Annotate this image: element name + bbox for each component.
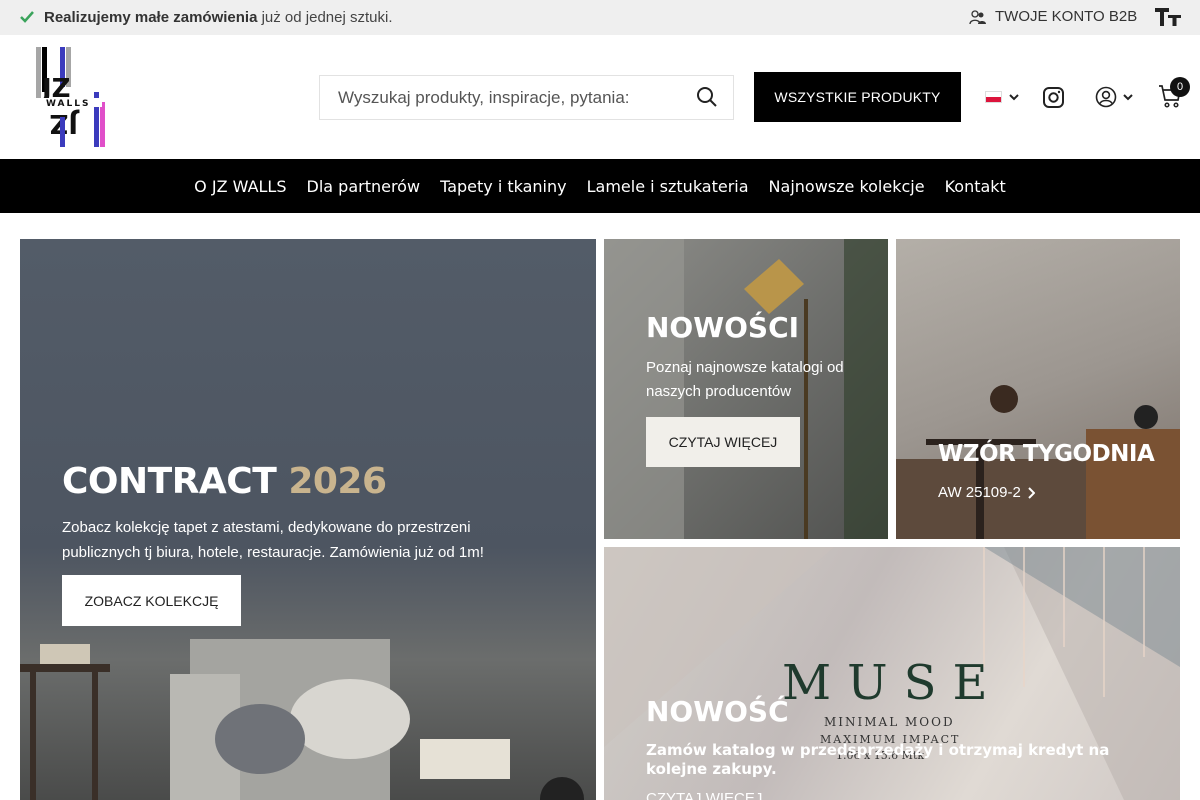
user-account-icon[interactable] [1095,86,1117,108]
muse-banner[interactable]: MUSE MINIMAL MOOD MAXIMUM IMPACT 1.06 x … [604,547,1180,800]
nav-item-dla-partnerow[interactable]: Dla partnerów [307,177,421,196]
muse-description: Zamów katalog w przedsprzedaży i otrzyma… [646,741,1110,778]
svg-text:WALLS: WALLS [46,99,90,109]
chevron-right-icon [1028,486,1035,499]
top-promo-bar: Realizujemy małe zamówienia już od jedne… [0,0,1200,35]
promo-text: Realizujemy małe zamówienia już od jedne… [44,9,393,26]
search-input[interactable] [320,76,690,119]
read-more-button[interactable]: CZYTAJ WIĘCEJ [646,417,800,467]
muse-tagline-1: MINIMAL MOOD [824,715,955,729]
chevron-down-icon[interactable] [1123,93,1133,101]
pattern-code: AW 25109-2 [938,484,1021,501]
main-navigation: O JZ WALLS Dla partnerów Tapety i tkanin… [0,159,1200,213]
nav-item-lamele-i-sztukateria[interactable]: Lamele i sztukateria [587,177,749,196]
text-size-icon[interactable] [1154,6,1182,28]
news-title: NOWOŚCI [646,311,800,344]
contract-banner[interactable]: CONTRACT 2026 Zobacz kolekcję tapet z at… [20,239,596,800]
polish-flag-icon[interactable] [985,91,1002,103]
muse-logo-text: MUSE [782,655,1004,711]
search-box[interactable] [319,75,734,120]
search-icon[interactable] [696,86,718,108]
nav-item-najnowsze-kolekcje[interactable]: Najnowsze kolekcje [769,177,925,196]
cart-count-badge: 0 [1170,77,1190,97]
all-products-button[interactable]: WSZYSTKIE PRODUKTY [754,72,961,122]
news-banner[interactable]: NOWOŚCI Poznaj najnowsze katalogi od nas… [604,239,888,539]
see-collection-button[interactable]: ZOBACZ KOLEKCJĘ [62,575,241,626]
muse-read-more-link[interactable]: CZYTAJ WIĘCEJ [646,790,762,800]
instagram-icon[interactable] [1042,86,1065,109]
contract-title: CONTRACT 2026 [62,461,387,502]
b2b-account-label: TWOJE KONTO B2B [995,8,1138,25]
chevron-down-icon[interactable] [1009,93,1019,101]
pattern-of-week-title: WZÓR TYGODNIA [938,441,1155,467]
jz-walls-logo[interactable]: JZ WALLS JZ [34,47,108,147]
site-header: JZ WALLS JZ WSZYSTKIE PRODUKTY 0 [0,35,1200,159]
b2b-users-icon [969,9,986,24]
sofa-scene-image [20,639,584,800]
nav-item-tapety-i-tkaniny[interactable]: Tapety i tkaniny [440,177,567,196]
b2b-account-link[interactable]: TWOJE KONTO B2B [969,8,1137,25]
news-description: Poznaj najnowsze katalogi od naszych pro… [646,359,844,400]
check-icon [20,11,34,23]
pattern-link[interactable]: AW 25109-2 [938,484,1035,501]
nav-item-kontakt[interactable]: Kontakt [945,177,1006,196]
contract-description: Zobacz kolekcję tapet z atestami, dedyko… [62,519,484,561]
nav-item-o-jz-walls[interactable]: O JZ WALLS [194,177,286,196]
muse-new-title: NOWOŚĆ [646,695,789,728]
pattern-of-week-banner[interactable]: WZÓR TYGODNIA AW 25109-2 [896,239,1180,539]
